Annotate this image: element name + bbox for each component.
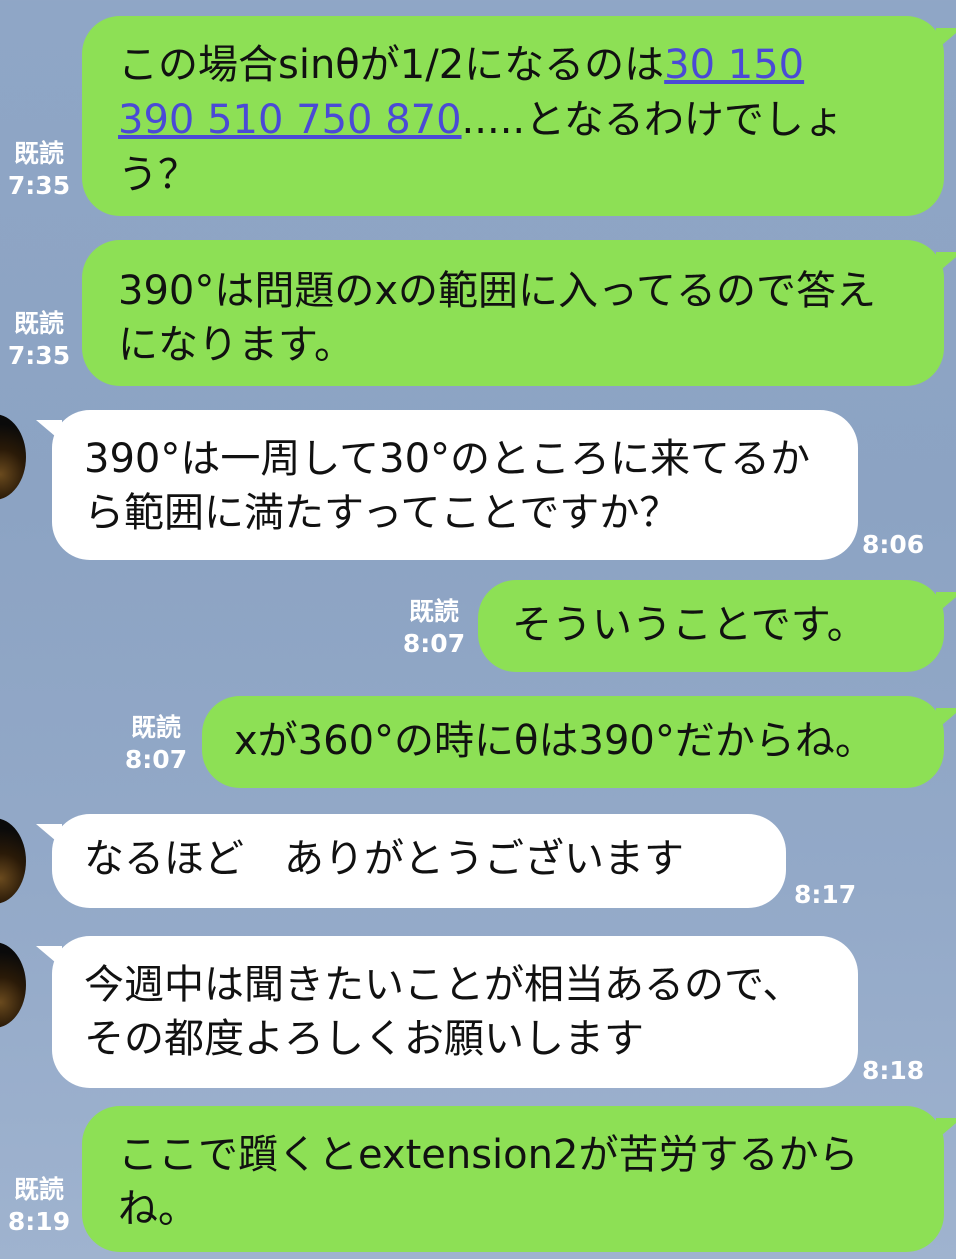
bubble-tail [36,946,62,968]
avatar[interactable] [0,942,26,1028]
message-text: なるほど ありがとうございます [84,836,684,882]
message-link[interactable]: 390 510 750 870 [118,97,462,143]
bubble-tail [936,252,956,274]
message-text: 390°は一周して30°のところに来てるから範囲に満たすってことですか？ [84,436,811,536]
message-time: 7:35 [7,171,71,200]
bubble-tail [36,824,62,846]
bubble-tail [936,28,956,50]
avatar[interactable] [0,818,26,904]
message-outgoing: 既読 8:07 xが360°の時にθは390°だからね。 [0,692,956,792]
avatar[interactable] [0,414,26,500]
message-time: 8:07 [402,629,466,658]
message-time: 8:06 [862,530,925,559]
bubble-tail [936,708,956,730]
read-label: 既読 [13,139,64,168]
message-outgoing: 既読 8:07 そういうことです。 [0,576,956,676]
message-bubble[interactable]: この場合sinθが1/2になるのは30 150 390 510 750 870..… [82,16,944,216]
read-receipt: 既読 7:35 [4,138,74,202]
message-text: 今週中は聞きたいことが相当あるので、その都度よろしくお願いします [84,962,803,1062]
message-bubble[interactable]: 390°は一周して30°のところに来てるから範囲に満たすってことですか？ [52,410,858,560]
message-bubble[interactable]: 390°は問題のxの範囲に入ってるので答えになります。 [82,240,944,386]
message-bubble[interactable]: ここで躓くとextension2が苦労するからね。 [82,1106,944,1252]
read-label: 既読 [130,713,181,742]
bubble-tail [36,420,62,442]
message-outgoing: 既読 8:19 ここで躓くとextension2が苦労するからね。 [0,1100,956,1259]
message-incoming: 今週中は聞きたいことが相当あるので、その都度よろしくお願いします 8:18 [0,930,956,1095]
message-bubble[interactable]: 今週中は聞きたいことが相当あるので、その都度よろしくお願いします [52,936,858,1088]
message-time: 8:17 [794,880,857,909]
message-time: 8:07 [124,745,188,774]
message-text: この場合sinθが1/2になるのは [118,42,665,88]
message-time: 7:35 [7,341,71,370]
read-receipt: 既読 8:19 [4,1174,74,1238]
message-time: 8:18 [862,1056,925,1085]
message-text: そういうことです。 [512,602,867,648]
bubble-tail [936,1118,956,1140]
message-link[interactable]: 30 150 [664,42,804,88]
message-time: 8:19 [7,1207,71,1236]
message-outgoing: 既読 7:35 この場合sinθが1/2になるのは30 150 390 510 7… [0,0,956,225]
message-bubble[interactable]: そういうことです。 [478,580,944,672]
message-incoming: なるほど ありがとうございます 8:17 [0,810,956,920]
message-text: 390°は問題のxの範囲に入ってるので答えになります。 [118,268,877,368]
read-label: 既読 [13,1175,64,1204]
read-label: 既読 [408,597,459,626]
message-text: ここで躓くとextension2が苦労するからね。 [118,1132,859,1232]
message-outgoing: 既読 7:35 390°は問題のxの範囲に入ってるので答えになります。 [0,230,956,390]
read-label: 既読 [13,309,64,338]
read-receipt: 既読 7:35 [4,308,74,372]
read-receipt: 既読 8:07 [398,596,470,660]
message-incoming: 390°は一周して30°のところに来てるから範囲に満たすってことですか？ 8:0… [0,404,956,564]
message-bubble[interactable]: xが360°の時にθは390°だからね。 [202,696,944,788]
read-receipt: 既読 8:07 [120,712,192,776]
message-text: xが360°の時にθは390°だからね。 [234,718,875,764]
message-bubble[interactable]: なるほど ありがとうございます [52,814,786,908]
bubble-tail [936,592,956,614]
